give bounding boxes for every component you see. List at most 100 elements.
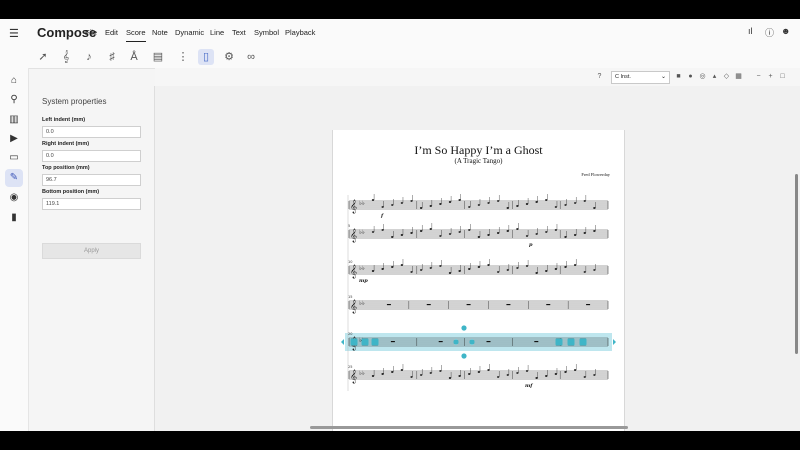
note-head — [583, 232, 586, 234]
menu-edit[interactable]: Edit — [105, 28, 118, 37]
staff-systems[interactable]: 𝄞♭♭𝄞♭♭5𝄞♭♭10𝄞♭♭15𝄞♭♭20𝄞♭♭25fpmpmf — [333, 130, 624, 431]
menu-symbol[interactable]: Symbol — [254, 28, 279, 37]
menu-playback[interactable]: Playback — [285, 28, 315, 37]
right-indent-input[interactable]: 0.0 — [42, 150, 141, 162]
instrument-name-icon[interactable]: Å — [126, 49, 142, 65]
arrow-select-icon[interactable]: ➚ — [35, 49, 51, 65]
bottom-position-input[interactable]: 119.1 — [42, 198, 141, 210]
dynamic-marking: mf — [525, 383, 533, 389]
treble-clef-icon: 𝄞 — [350, 228, 357, 242]
panel-title: System properties — [42, 97, 107, 106]
note-head — [429, 228, 432, 230]
note-head — [419, 374, 423, 376]
account-icon[interactable]: ☻ — [781, 26, 790, 36]
zoom-fit-icon[interactable]: □ — [778, 72, 787, 81]
menu-note[interactable]: Note — [152, 28, 168, 37]
note-head — [545, 270, 548, 272]
note-head — [458, 199, 461, 201]
note-head — [496, 200, 500, 202]
menu-dynamic[interactable]: Dynamic — [175, 28, 204, 37]
exit-icon[interactable]: ▮ — [5, 209, 23, 227]
note-head — [439, 265, 442, 267]
note-head — [391, 236, 394, 238]
measure-number: 20 — [348, 332, 352, 336]
zoom-out-icon[interactable]: − — [754, 72, 763, 81]
note-head — [496, 271, 500, 273]
note-head — [516, 372, 519, 374]
apply-button[interactable]: Apply — [42, 243, 141, 259]
time-signature-icon[interactable]: ♪ — [81, 49, 97, 65]
note-head — [535, 233, 538, 235]
instrument-select-value: C Inst. — [615, 74, 631, 80]
note-head — [487, 202, 490, 204]
menu-line[interactable]: Line — [210, 28, 224, 37]
hamburger-menu-icon[interactable]: ☰ — [9, 27, 19, 40]
link-icon[interactable]: ∞ — [243, 49, 259, 65]
metronome-icon[interactable]: ▴ — [710, 72, 719, 81]
diamond-icon[interactable]: ◇ — [722, 72, 731, 81]
note-head — [468, 206, 471, 208]
video-icon[interactable]: ▶ — [5, 130, 23, 148]
resize-handle — [555, 338, 563, 346]
note-head — [593, 230, 596, 232]
whole-rest — [390, 341, 395, 343]
treble-clef-icon[interactable]: 𝄞 — [58, 49, 74, 65]
key-signature: ♭♭ — [359, 200, 365, 207]
note-head — [371, 199, 375, 201]
note-head — [487, 234, 490, 236]
instrument-icon[interactable]: ıl — [748, 26, 753, 36]
app-window: ☰ Compose File Edit Score Note Dynamic L… — [0, 19, 800, 431]
folder-icon[interactable]: ▭ — [5, 149, 23, 167]
whole-rest — [534, 341, 539, 343]
left-indent-input[interactable]: 0.0 — [42, 126, 141, 138]
note-head — [516, 205, 519, 207]
resize-handle — [361, 338, 369, 346]
menu-file[interactable]: File — [85, 28, 97, 37]
vertical-scrollbar[interactable] — [795, 174, 798, 354]
top-position-input[interactable]: 96.7 — [42, 174, 141, 186]
keyboard-icon[interactable]: ▦ — [734, 72, 743, 81]
note-head — [496, 376, 500, 378]
stop-icon[interactable]: ■ — [674, 72, 683, 81]
menu-score[interactable]: Score — [126, 28, 146, 42]
horizontal-scrollbar[interactable] — [310, 426, 628, 429]
note-head — [564, 371, 567, 373]
help-circle-icon[interactable]: ? — [595, 72, 604, 81]
note-head — [381, 206, 384, 208]
note-head — [439, 203, 442, 205]
home-icon[interactable]: ⌂ — [5, 72, 23, 90]
top-position-label: Top position (mm) — [42, 165, 90, 171]
eye-icon[interactable]: ◉ — [5, 189, 23, 207]
note-head — [583, 271, 586, 273]
key-signature: ♭♭ — [359, 370, 365, 377]
play-icon[interactable]: ● — [686, 72, 695, 81]
note-head — [525, 203, 529, 205]
note-head — [525, 265, 529, 267]
menu-bar: ☰ Compose File Edit Score Note Dynamic L… — [0, 19, 800, 46]
page-layout-icon[interactable]: ▯ — [198, 49, 214, 65]
loop-icon[interactable]: ◎ — [698, 72, 707, 81]
whole-rest — [438, 341, 443, 343]
menu-text[interactable]: Text — [232, 28, 246, 37]
treble-clef-icon: 𝄞 — [350, 369, 357, 383]
view-bar: ? C Inst. ⌄ ■ ● ◎ ▴ ◇ ▦ − + □ — [155, 68, 800, 87]
score-edit-icon[interactable]: ✎ — [5, 169, 23, 187]
help-icon[interactable]: ⓘ — [765, 26, 774, 39]
move-handle — [461, 353, 467, 359]
zoom-in-icon[interactable]: + — [766, 72, 775, 81]
note-head — [593, 374, 596, 376]
settings-icon[interactable]: ⚙ — [221, 49, 237, 65]
measure-icon[interactable]: ▤ — [150, 49, 166, 65]
note-head — [419, 269, 423, 271]
instrument-select[interactable]: C Inst. ⌄ — [611, 71, 670, 84]
search-icon[interactable]: ⚲ — [5, 91, 23, 109]
note-head — [535, 201, 538, 203]
clef-change-icon[interactable]: ⋮ — [175, 49, 191, 65]
key-signature-icon[interactable]: ♯ — [104, 49, 120, 65]
note-head — [458, 375, 461, 377]
library-icon[interactable]: ▥ — [5, 111, 23, 129]
score-canvas[interactable]: I’m So Happy I’m a Ghost (A Tragic Tango… — [155, 86, 800, 431]
right-indent-label: Right indent (mm) — [42, 141, 90, 147]
dynamic-marking: p — [529, 242, 533, 248]
note-head — [477, 204, 481, 206]
